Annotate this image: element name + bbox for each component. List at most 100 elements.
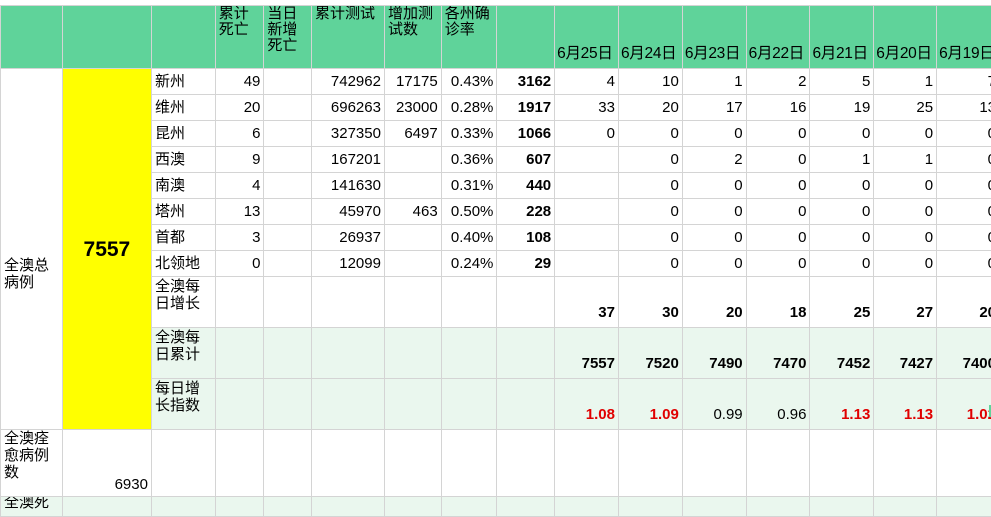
cell-new-deaths[interactable] — [264, 147, 312, 173]
cell-tests[interactable]: 327350 — [312, 121, 385, 147]
cell-tests[interactable]: 45970 — [312, 199, 385, 225]
cell-deaths[interactable]: 0 — [215, 251, 264, 277]
cell-deaths[interactable]: 13 — [215, 199, 264, 225]
cell-add-tests[interactable] — [384, 225, 441, 251]
cell-daily[interactable]: 10 — [618, 69, 682, 95]
cell-deaths[interactable]: 3 — [215, 225, 264, 251]
cell-cumulative[interactable]: 7557 — [555, 328, 619, 379]
state-name[interactable]: 新州 — [151, 69, 215, 95]
cell-daily[interactable]: 0 — [937, 173, 991, 199]
cell-daily[interactable]: 0 — [874, 199, 937, 225]
cell-add-tests[interactable]: 6497 — [384, 121, 441, 147]
cell-daily[interactable]: 0 — [682, 173, 746, 199]
cell-growth-index[interactable]: 1.02 — [937, 379, 991, 430]
cell-daily[interactable]: 0 — [810, 199, 874, 225]
cell-growth[interactable]: 18 — [746, 277, 810, 328]
cell-daily[interactable]: 1 — [874, 147, 937, 173]
state-name[interactable]: 维州 — [151, 95, 215, 121]
cell-daily[interactable] — [555, 251, 619, 277]
cell-daily[interactable]: 0 — [937, 121, 991, 147]
growth-index-label[interactable]: 每日增长指数 — [151, 379, 215, 430]
cell-daily[interactable]: 0 — [618, 199, 682, 225]
state-name[interactable]: 北领地 — [151, 251, 215, 277]
cell-daily[interactable]: 0 — [618, 121, 682, 147]
cell-daily[interactable] — [555, 147, 619, 173]
cell-daily[interactable]: 0 — [618, 251, 682, 277]
daily-cumulative-label[interactable]: 全澳每日累计 — [151, 328, 215, 379]
cell-cumulative[interactable]: 7490 — [682, 328, 746, 379]
header-date[interactable]: 6月21日 — [810, 6, 874, 69]
cell-daily[interactable]: 2 — [682, 147, 746, 173]
cell-daily[interactable]: 0 — [618, 147, 682, 173]
cell-daily[interactable]: 1 — [682, 69, 746, 95]
header-cum-deaths[interactable]: 累计死亡 — [215, 6, 264, 69]
cell-cumulative[interactable]: 7452 — [810, 328, 874, 379]
cell-tests[interactable]: 696263 — [312, 95, 385, 121]
state-name[interactable]: 昆州 — [151, 121, 215, 147]
cell-tests[interactable]: 26937 — [312, 225, 385, 251]
cell-growth-index[interactable]: 1.13 — [874, 379, 937, 430]
cell-rate[interactable]: 0.36% — [441, 147, 497, 173]
cell-deaths[interactable]: 20 — [215, 95, 264, 121]
cell-daily[interactable]: 0 — [874, 251, 937, 277]
cell-cases[interactable]: 29 — [497, 251, 555, 277]
cell-daily[interactable]: 19 — [810, 95, 874, 121]
next-row-label[interactable]: 全澳死 — [1, 497, 63, 517]
cell-add-tests[interactable] — [384, 251, 441, 277]
cell-growth[interactable]: 20 — [937, 277, 991, 328]
cell-daily[interactable]: 1 — [874, 69, 937, 95]
cell-growth-index[interactable]: 1.09 — [618, 379, 682, 430]
cell-cumulative[interactable]: 7470 — [746, 328, 810, 379]
cell-new-deaths[interactable] — [264, 121, 312, 147]
cell-growth-index[interactable]: 0.99 — [682, 379, 746, 430]
cell-cases[interactable]: 228 — [497, 199, 555, 225]
cell-daily[interactable]: 4 — [555, 69, 619, 95]
cell-rate[interactable]: 0.33% — [441, 121, 497, 147]
cell-daily[interactable]: 7 — [937, 69, 991, 95]
cell-growth[interactable]: 30 — [618, 277, 682, 328]
cell-growth-index[interactable]: 1.13 — [810, 379, 874, 430]
header-pos-rate[interactable]: 各州确诊率 — [441, 6, 497, 69]
cell-cases[interactable]: 1066 — [497, 121, 555, 147]
cell-daily[interactable] — [555, 225, 619, 251]
cell-daily[interactable]: 20 — [618, 95, 682, 121]
total-cases-value[interactable]: 7557 — [62, 69, 151, 430]
cell-rate[interactable]: 0.43% — [441, 69, 497, 95]
cell-daily[interactable]: 13 — [937, 95, 991, 121]
cell-tests[interactable]: 742962 — [312, 69, 385, 95]
cell-deaths[interactable]: 49 — [215, 69, 264, 95]
header-date[interactable]: 6月22日 — [746, 6, 810, 69]
cell-daily[interactable] — [555, 173, 619, 199]
cell-deaths[interactable]: 6 — [215, 121, 264, 147]
cell-growth[interactable]: 27 — [874, 277, 937, 328]
header-date[interactable]: 6月24日 — [618, 6, 682, 69]
cell-daily[interactable]: 0 — [682, 251, 746, 277]
cell-deaths[interactable]: 9 — [215, 147, 264, 173]
header-date[interactable]: 6月25日 — [555, 6, 619, 69]
cell-daily[interactable]: 0 — [937, 251, 991, 277]
header-date[interactable]: 6月23日 — [682, 6, 746, 69]
header-date[interactable]: 6月19日 — [937, 6, 991, 69]
cell-daily[interactable]: 0 — [746, 251, 810, 277]
cell-tests[interactable]: 167201 — [312, 147, 385, 173]
state-name[interactable]: 南澳 — [151, 173, 215, 199]
cell-daily[interactable] — [555, 199, 619, 225]
cell-daily[interactable]: 0 — [810, 173, 874, 199]
state-name[interactable]: 西澳 — [151, 147, 215, 173]
cell-daily[interactable]: 1 — [810, 147, 874, 173]
header-date[interactable]: 6月20日 — [874, 6, 937, 69]
header-cum-tests[interactable]: 累计测试 — [312, 6, 385, 69]
cell-rate[interactable]: 0.24% — [441, 251, 497, 277]
cell-cases[interactable]: 1917 — [497, 95, 555, 121]
state-name[interactable]: 首都 — [151, 225, 215, 251]
cell-cumulative[interactable]: 7400 — [937, 328, 991, 379]
recovered-label[interactable]: 全澳痊愈病例数 — [1, 430, 63, 497]
cell-daily[interactable]: 0 — [937, 147, 991, 173]
cell-daily[interactable]: 0 — [874, 173, 937, 199]
daily-growth-label[interactable]: 全澳每日增长 — [151, 277, 215, 328]
cell-daily[interactable]: 33 — [555, 95, 619, 121]
cell-cases[interactable]: 607 — [497, 147, 555, 173]
cell-daily[interactable]: 0 — [874, 225, 937, 251]
cell-new-deaths[interactable] — [264, 173, 312, 199]
recovered-value[interactable]: 6930 — [62, 430, 151, 497]
